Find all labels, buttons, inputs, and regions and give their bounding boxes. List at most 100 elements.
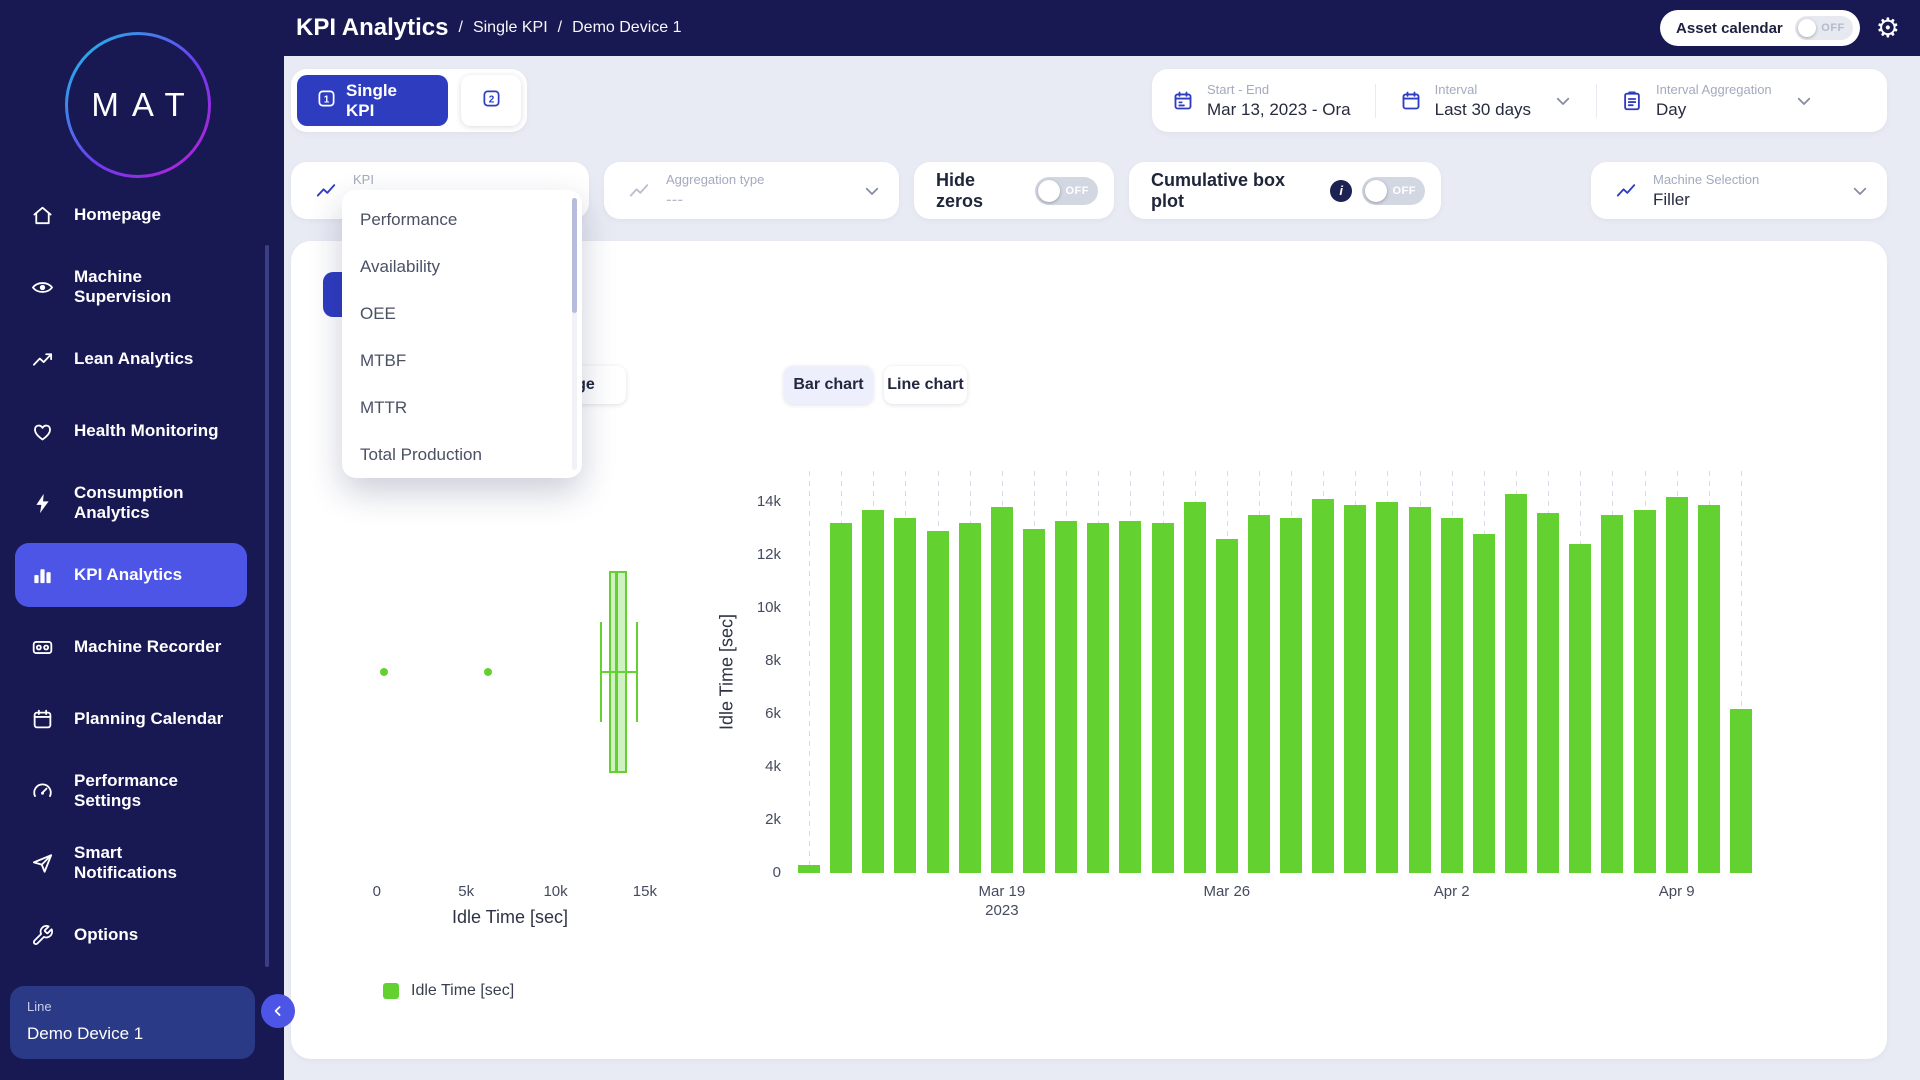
breadcrumb-separator: / bbox=[459, 19, 463, 37]
box-x-tick-label: 15k bbox=[605, 883, 685, 900]
toggle-knob bbox=[1798, 19, 1816, 37]
multi-kpi-button[interactable]: 2 bbox=[461, 75, 521, 126]
sidebar-item-health-monitoring[interactable]: Health Monitoring bbox=[0, 395, 284, 467]
trend-up-icon bbox=[31, 348, 54, 371]
cumulative-box-plot-label: Cumulative box plot bbox=[1151, 170, 1320, 212]
hide-zeros-toggle[interactable]: OFF bbox=[1035, 177, 1098, 205]
box-whisker-cap bbox=[600, 622, 602, 722]
toggle-state-label: OFF bbox=[1821, 22, 1845, 34]
info-icon[interactable]: i bbox=[1330, 180, 1352, 202]
svg-text:2: 2 bbox=[488, 94, 494, 105]
aggregation-type-select[interactable]: Aggregation type --- bbox=[604, 162, 899, 219]
bar-y-tick-label: 10k bbox=[737, 599, 781, 616]
date-range-card: Start - End Mar 13, 2023 - Ora Interval … bbox=[1152, 69, 1887, 132]
bar bbox=[1344, 505, 1366, 873]
bar bbox=[1248, 515, 1270, 873]
single-kpi-button[interactable]: 1 Single KPI bbox=[297, 75, 448, 126]
app-logo: MAT bbox=[65, 32, 211, 178]
kpi-option-availability[interactable]: Availability bbox=[342, 243, 582, 290]
chevron-down-icon[interactable] bbox=[1795, 92, 1813, 110]
interval-select[interactable]: Interval Last 30 days bbox=[1400, 82, 1572, 120]
sidebar-item-machine-supervision[interactable]: Machine Supervision bbox=[0, 251, 284, 323]
breadcrumb-separator: / bbox=[558, 19, 562, 37]
box-plot-area: 05k10k15k bbox=[350, 471, 686, 873]
cumulative-box-plot-control: Cumulative box plot i OFF bbox=[1129, 162, 1441, 219]
kpi-option-total-production[interactable]: Total Production bbox=[342, 431, 582, 478]
dropdown-scrollbar-thumb[interactable] bbox=[572, 198, 577, 313]
bar bbox=[1376, 502, 1398, 873]
chevron-down-icon[interactable] bbox=[1554, 92, 1572, 110]
bar bbox=[1666, 497, 1688, 873]
chevron-down-icon[interactable] bbox=[1851, 182, 1869, 200]
bar-chart-tab[interactable]: Bar chart bbox=[784, 366, 873, 404]
kpi-option-mtbf[interactable]: MTBF bbox=[342, 337, 582, 384]
chevron-left-icon bbox=[270, 1003, 286, 1019]
machine-selection-label: Machine Selection bbox=[1653, 172, 1759, 187]
bar-x-tick-label: Mar 192023 bbox=[962, 883, 1042, 919]
asset-calendar-pill[interactable]: Asset calendar OFF bbox=[1660, 10, 1860, 46]
line-chart-tab[interactable]: Line chart bbox=[884, 366, 967, 404]
interval-aggregation-select[interactable]: Interval Aggregation Day bbox=[1621, 82, 1813, 120]
sidebar-item-machine-recorder[interactable]: Machine Recorder bbox=[0, 611, 284, 683]
sidebar-item-kpi-analytics[interactable]: KPI Analytics bbox=[0, 539, 284, 611]
bar bbox=[798, 865, 820, 873]
sidebar-item-consumption-analytics[interactable]: Consumption Analytics bbox=[0, 467, 284, 539]
bolt-icon bbox=[31, 492, 54, 515]
bar bbox=[1569, 544, 1591, 873]
bar bbox=[1698, 505, 1720, 873]
toggle-state-label: OFF bbox=[1066, 185, 1090, 197]
recorder-icon bbox=[31, 636, 54, 659]
chart-line-icon bbox=[315, 180, 337, 202]
gear-icon[interactable]: ⚙ bbox=[1876, 15, 1900, 42]
sidebar-item-smart-notifications[interactable]: Smart Notifications bbox=[0, 827, 284, 899]
machine-selection-value: Filler bbox=[1653, 190, 1759, 210]
home-icon bbox=[31, 204, 54, 227]
box-x-tick-label: 5k bbox=[426, 883, 506, 900]
bar-x-tick-label: Mar 26 bbox=[1187, 883, 1267, 900]
cumulative-box-plot-toggle[interactable]: OFF bbox=[1362, 177, 1425, 205]
bar bbox=[894, 518, 916, 873]
kpi-option-mttr[interactable]: MTTR bbox=[342, 384, 582, 431]
heart-icon bbox=[31, 420, 54, 443]
sidebar-nav: Homepage Machine Supervision Lean Analyt… bbox=[0, 179, 284, 971]
chevron-down-icon[interactable] bbox=[863, 182, 881, 200]
bar-x-tick-label: Apr 9 bbox=[1637, 883, 1717, 900]
page-title: KPI Analytics bbox=[296, 14, 449, 42]
sidebar-item-options[interactable]: Options bbox=[0, 899, 284, 971]
bar-y-tick-label: 12k bbox=[737, 546, 781, 563]
box-plot-x-axis-title: Idle Time [sec] bbox=[400, 907, 620, 928]
bar-chart-y-axis-title: Idle Time [sec] bbox=[717, 614, 738, 730]
bar bbox=[1505, 494, 1527, 873]
breadcrumb-item-single-kpi[interactable]: Single KPI bbox=[473, 19, 548, 37]
hide-zeros-control: Hide zeros OFF bbox=[914, 162, 1114, 219]
bar-y-tick-label: 14k bbox=[737, 493, 781, 510]
gridline bbox=[809, 471, 810, 873]
interval-aggregation-value: Day bbox=[1656, 100, 1772, 120]
bar bbox=[1601, 515, 1623, 873]
bar-y-tick-label: 0 bbox=[737, 864, 781, 881]
machine-selection-select[interactable]: Machine Selection Filler bbox=[1591, 162, 1887, 219]
bar bbox=[1634, 510, 1656, 873]
kpi-option-oee[interactable]: OEE bbox=[342, 290, 582, 337]
start-end-picker[interactable]: Start - End Mar 13, 2023 - Ora bbox=[1172, 82, 1351, 120]
hide-zeros-label: Hide zeros bbox=[936, 170, 1025, 212]
sidebar-collapse-button[interactable] bbox=[261, 994, 295, 1028]
sidebar-item-performance-settings[interactable]: Performance Settings bbox=[0, 755, 284, 827]
sidebar-scrollbar[interactable] bbox=[265, 245, 269, 967]
topbar-right: Asset calendar OFF ⚙ bbox=[1660, 0, 1900, 56]
divider bbox=[1596, 84, 1597, 118]
bar bbox=[1119, 521, 1141, 873]
box-x-tick-label: 10k bbox=[516, 883, 596, 900]
kpi-option-performance[interactable]: Performance bbox=[342, 196, 582, 243]
chart-legend[interactable]: Idle Time [sec] bbox=[383, 982, 514, 1000]
bar bbox=[959, 523, 981, 873]
asset-calendar-toggle[interactable]: OFF bbox=[1795, 16, 1853, 40]
kpi-dropdown: Performance Availability OEE MTBF MTTR T… bbox=[342, 190, 582, 478]
bar-y-tick-label: 8k bbox=[737, 652, 781, 669]
device-selector-card[interactable]: Line Demo Device 1 bbox=[10, 986, 255, 1059]
breadcrumb-item-device[interactable]: Demo Device 1 bbox=[572, 19, 681, 37]
sidebar-item-planning-calendar[interactable]: Planning Calendar bbox=[0, 683, 284, 755]
sidebar-item-lean-analytics[interactable]: Lean Analytics bbox=[0, 323, 284, 395]
gauge-icon bbox=[31, 780, 54, 803]
sidebar-item-homepage[interactable]: Homepage bbox=[0, 179, 284, 251]
